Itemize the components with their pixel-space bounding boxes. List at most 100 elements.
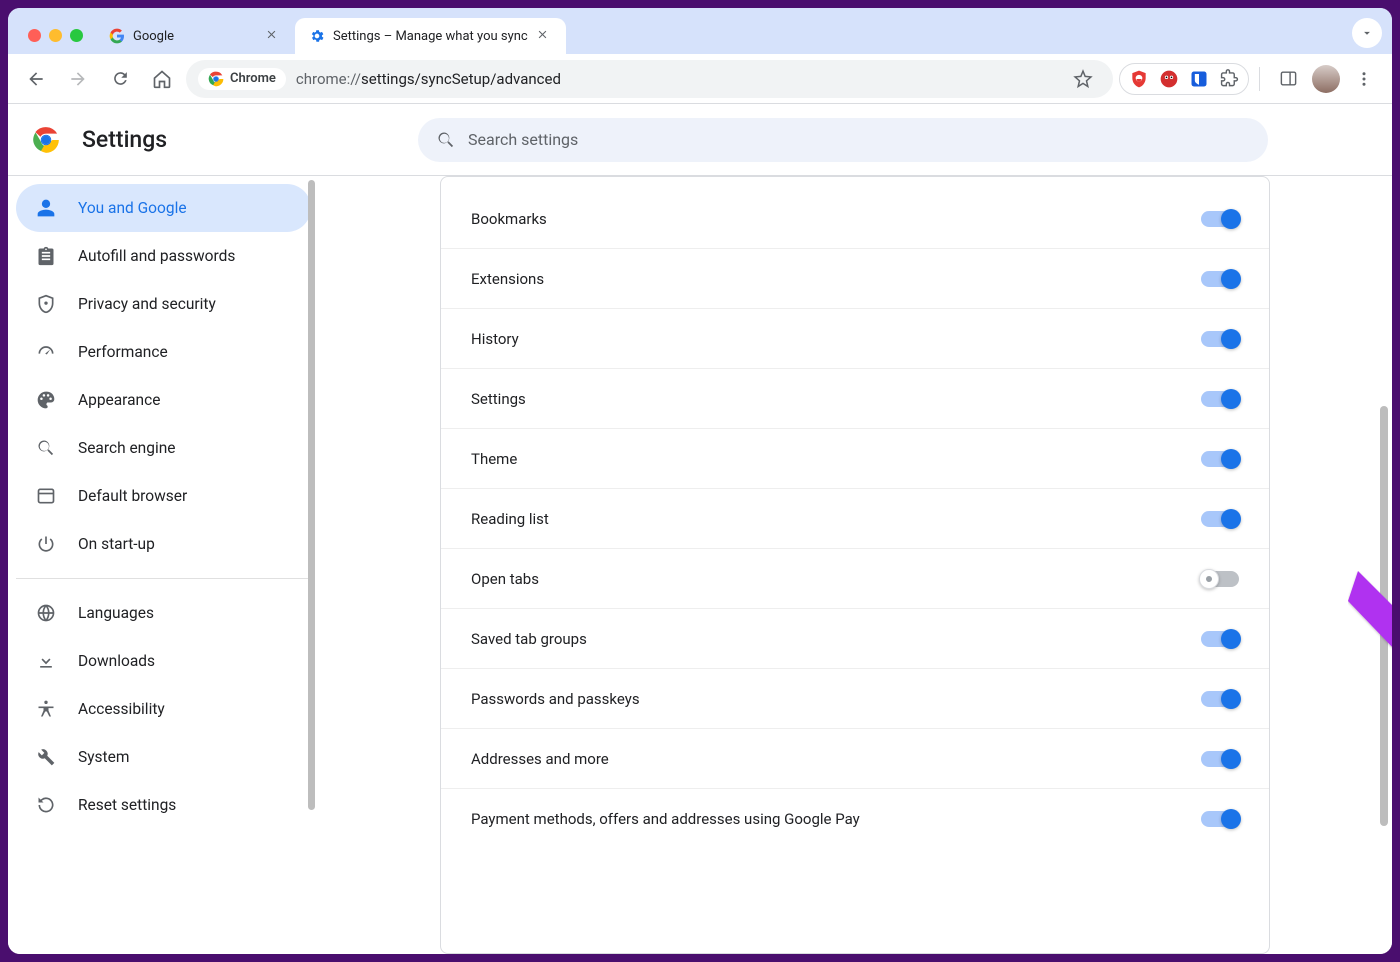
accessibility-icon — [36, 699, 56, 719]
reset-icon — [36, 795, 56, 815]
sidebar-item-downloads[interactable]: Downloads — [16, 637, 311, 685]
sidebar-item-accessibility[interactable]: Accessibility — [16, 685, 311, 733]
extension-ublock-icon[interactable] — [1128, 68, 1150, 90]
sidebar-item-languages[interactable]: Languages — [16, 589, 311, 637]
sidebar-item-search-engine[interactable]: Search engine — [16, 424, 311, 472]
sidebar-item-label: Autofill and passwords — [78, 247, 235, 265]
home-button[interactable] — [144, 61, 180, 97]
toggle-history[interactable] — [1201, 331, 1239, 347]
sidebar-item-label: You and Google — [78, 199, 187, 217]
sync-row-settings: Settings — [441, 369, 1269, 429]
tab-favicon-icon — [109, 28, 125, 44]
search-settings-input[interactable]: Search settings — [418, 118, 1268, 162]
sync-row-label: Theme — [471, 450, 517, 468]
main-scrollbar[interactable] — [1380, 406, 1388, 826]
sync-row-label: Extensions — [471, 270, 544, 288]
sidebar-item-label: Default browser — [78, 487, 187, 505]
toggle-saved-tab-groups[interactable] — [1201, 631, 1239, 647]
power-icon — [36, 534, 56, 554]
sidebar-item-default-browser[interactable]: Default browser — [16, 472, 311, 520]
sidebar-item-label: Appearance — [78, 391, 160, 409]
extensions-puzzle-button[interactable] — [1218, 68, 1240, 90]
tab-strip: Google Settings – Manage what you sync — [8, 8, 1392, 54]
search-icon — [36, 438, 56, 458]
toggle-settings[interactable] — [1201, 391, 1239, 407]
sidebar-scrollbar[interactable] — [308, 180, 315, 810]
toggle-open-tabs[interactable] — [1201, 571, 1239, 587]
sidebar-item-label: System — [78, 748, 129, 766]
sidebar-item-performance[interactable]: Performance — [16, 328, 311, 376]
sync-row-label: Saved tab groups — [471, 630, 587, 648]
toggle-reading-list[interactable] — [1201, 511, 1239, 527]
sidebar-item-appearance[interactable]: Appearance — [16, 376, 311, 424]
speed-icon — [36, 342, 56, 362]
toolbar: Chrome chrome://settings/syncSetup/advan… — [8, 54, 1392, 104]
sync-row-label: Reading list — [471, 510, 549, 528]
chrome-logo-icon — [32, 126, 60, 154]
close-window-button[interactable] — [28, 29, 41, 42]
tab-close-button[interactable] — [265, 28, 281, 44]
toggle-extensions[interactable] — [1201, 271, 1239, 287]
sidebar-item-reset-settings[interactable]: Reset settings — [16, 781, 311, 829]
maximize-window-button[interactable] — [70, 29, 83, 42]
toggle-payment-methods-offers-and-addresses-using-google-pay[interactable] — [1201, 811, 1239, 827]
chrome-menu-button[interactable] — [1346, 61, 1382, 97]
profile-avatar-button[interactable] — [1312, 65, 1340, 93]
sync-row-open-tabs: Open tabs — [441, 549, 1269, 609]
sync-row-history: History — [441, 309, 1269, 369]
reload-button[interactable] — [102, 61, 138, 97]
sidebar-item-on-start-up[interactable]: On start-up — [16, 520, 311, 568]
palette-icon — [36, 390, 56, 410]
sync-row-label: Passwords and passkeys — [471, 690, 640, 708]
sidebar-item-label: On start-up — [78, 535, 155, 553]
sidebar-item-you-and-google[interactable]: You and Google — [16, 184, 311, 232]
clipboard-icon — [36, 246, 56, 266]
extension-adblock-icon[interactable] — [1158, 68, 1180, 90]
side-panel-button[interactable] — [1270, 61, 1306, 97]
sync-row-label: Bookmarks — [471, 210, 547, 228]
sidebar-item-autofill-and-passwords[interactable]: Autofill and passwords — [16, 232, 311, 280]
sync-row-label: Payment methods, offers and addresses us… — [471, 810, 860, 828]
address-bar[interactable]: Chrome chrome://settings/syncSetup/advan… — [186, 60, 1113, 98]
tab-close-button[interactable] — [536, 28, 552, 44]
sidebar-item-privacy-and-security[interactable]: Privacy and security — [16, 280, 311, 328]
minimize-window-button[interactable] — [49, 29, 62, 42]
sync-row-label: Addresses and more — [471, 750, 609, 768]
toggle-bookmarks[interactable] — [1201, 211, 1239, 227]
page-title: Settings — [82, 126, 167, 153]
sync-row-extensions: Extensions — [441, 249, 1269, 309]
back-button[interactable] — [18, 61, 54, 97]
tab-0[interactable]: Google — [95, 18, 295, 54]
sidebar-item-system[interactable]: System — [16, 733, 311, 781]
toggle-passwords-and-passkeys[interactable] — [1201, 691, 1239, 707]
chrome-chip: Chrome — [198, 68, 286, 90]
sync-row-reading-list: Reading list — [441, 489, 1269, 549]
search-settings-placeholder: Search settings — [468, 130, 578, 149]
globe-icon — [36, 603, 56, 623]
tab-1[interactable]: Settings – Manage what you sync — [295, 18, 566, 54]
search-icon — [436, 130, 456, 150]
toggle-theme[interactable] — [1201, 451, 1239, 467]
chrome-chip-label: Chrome — [230, 71, 276, 86]
bookmark-star-button[interactable] — [1065, 61, 1101, 97]
extension-bitwarden-icon[interactable] — [1188, 68, 1210, 90]
settings-page: Settings Search settings You and Google A… — [8, 104, 1392, 954]
settings-body: You and Google Autofill and passwords Priv… — [8, 176, 1392, 954]
browser-icon — [36, 486, 56, 506]
window-controls — [16, 29, 95, 54]
tab-favicon-icon — [309, 28, 325, 44]
url-text: chrome://settings/syncSetup/advanced — [296, 70, 1055, 88]
sidebar-item-label: Languages — [78, 604, 154, 622]
sync-row-label: History — [471, 330, 519, 348]
sync-row-label: Open tabs — [471, 570, 539, 588]
tabs-dropdown-button[interactable] — [1352, 18, 1382, 48]
sync-panel: Bookmarks Extensions History Settings Th… — [440, 176, 1270, 954]
tab-title: Google — [133, 29, 257, 44]
tabs-container: Google Settings – Manage what you sync — [95, 18, 1348, 54]
settings-sidebar: You and Google Autofill and passwords Priv… — [8, 176, 318, 954]
toggle-addresses-and-more[interactable] — [1201, 751, 1239, 767]
chrome-icon — [208, 71, 224, 87]
sidebar-separator — [16, 578, 311, 579]
forward-button[interactable] — [60, 61, 96, 97]
wrench-icon — [36, 747, 56, 767]
